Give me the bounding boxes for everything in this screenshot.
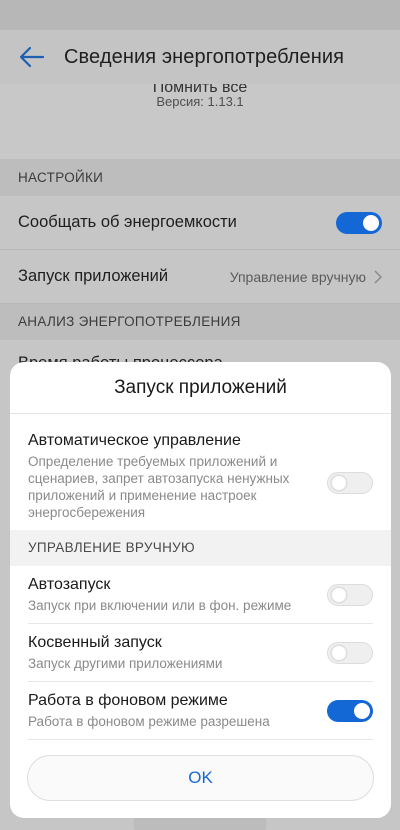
app-bar: Сведения энергопотребления <box>0 30 400 84</box>
background-work-description: Работа в фоновом режиме разрешена <box>28 714 270 729</box>
background-work-toggle[interactable] <box>327 700 373 722</box>
back-button[interactable] <box>0 30 64 84</box>
cpu-time-row[interactable]: Время работы процессора <box>0 340 400 364</box>
indirect-launch-row[interactable]: Косвенный запуск Запуск другими приложен… <box>10 624 391 682</box>
autostart-toggle[interactable] <box>327 584 373 606</box>
autostart-description: Запуск при включении или в фон. режиме <box>28 598 292 613</box>
page-title: Сведения энергопотребления <box>64 45 345 68</box>
app-launch-label: Запуск приложений <box>18 267 169 285</box>
auto-manage-row[interactable]: Автоматическое управление Определение тр… <box>10 414 391 530</box>
app-launch-dialog: Запуск приложений Автоматическое управле… <box>10 362 391 818</box>
indirect-launch-description: Запуск другими приложениями <box>28 656 223 671</box>
background-work-row[interactable]: Работа в фоновом режиме Работа в фоновом… <box>10 682 391 740</box>
version-text: Версия: 1.13.1 <box>156 94 244 109</box>
about-block: Помнить все Версия: 1.13.1 <box>0 84 400 160</box>
chevron-right-icon <box>374 269 382 284</box>
app-launch-value: Управление вручную <box>229 268 366 285</box>
notify-energy-label: Сообщать об энергоемкости <box>18 213 237 231</box>
about-clipped-text: Помнить все <box>0 84 400 92</box>
ok-button[interactable]: OK <box>27 755 374 801</box>
notify-energy-row[interactable]: Сообщать об энергоемкости <box>0 196 400 250</box>
indirect-launch-toggle[interactable] <box>327 642 373 664</box>
auto-manage-description: Определение требуемых приложений и сцена… <box>28 454 290 520</box>
auto-manage-label: Автоматическое управление <box>28 432 241 449</box>
bottom-button-peek <box>134 818 266 830</box>
settings-section-header: НАСТРОЙКИ <box>0 160 400 196</box>
auto-manage-toggle[interactable] <box>327 472 373 494</box>
dialog-title: Запуск приложений <box>10 362 391 414</box>
status-bar <box>0 0 400 30</box>
manual-section-header: УПРАВЛЕНИЕ ВРУЧНУЮ <box>10 530 391 566</box>
analysis-section-header: АНАЛИЗ ЭНЕРГОПОТРЕБЛЕНИЯ <box>0 304 400 340</box>
ok-button-wrap: OK <box>27 755 374 801</box>
autostart-row[interactable]: Автозапуск Запуск при включении или в фо… <box>10 566 391 624</box>
notify-energy-toggle[interactable] <box>336 211 382 234</box>
background-work-label: Работа в фоновом режиме <box>28 692 228 709</box>
indirect-launch-label: Косвенный запуск <box>28 634 162 651</box>
arrow-left-icon <box>19 46 45 68</box>
autostart-label: Автозапуск <box>28 576 111 593</box>
app-launch-row[interactable]: Запуск приложений Управление вручную <box>0 250 400 304</box>
